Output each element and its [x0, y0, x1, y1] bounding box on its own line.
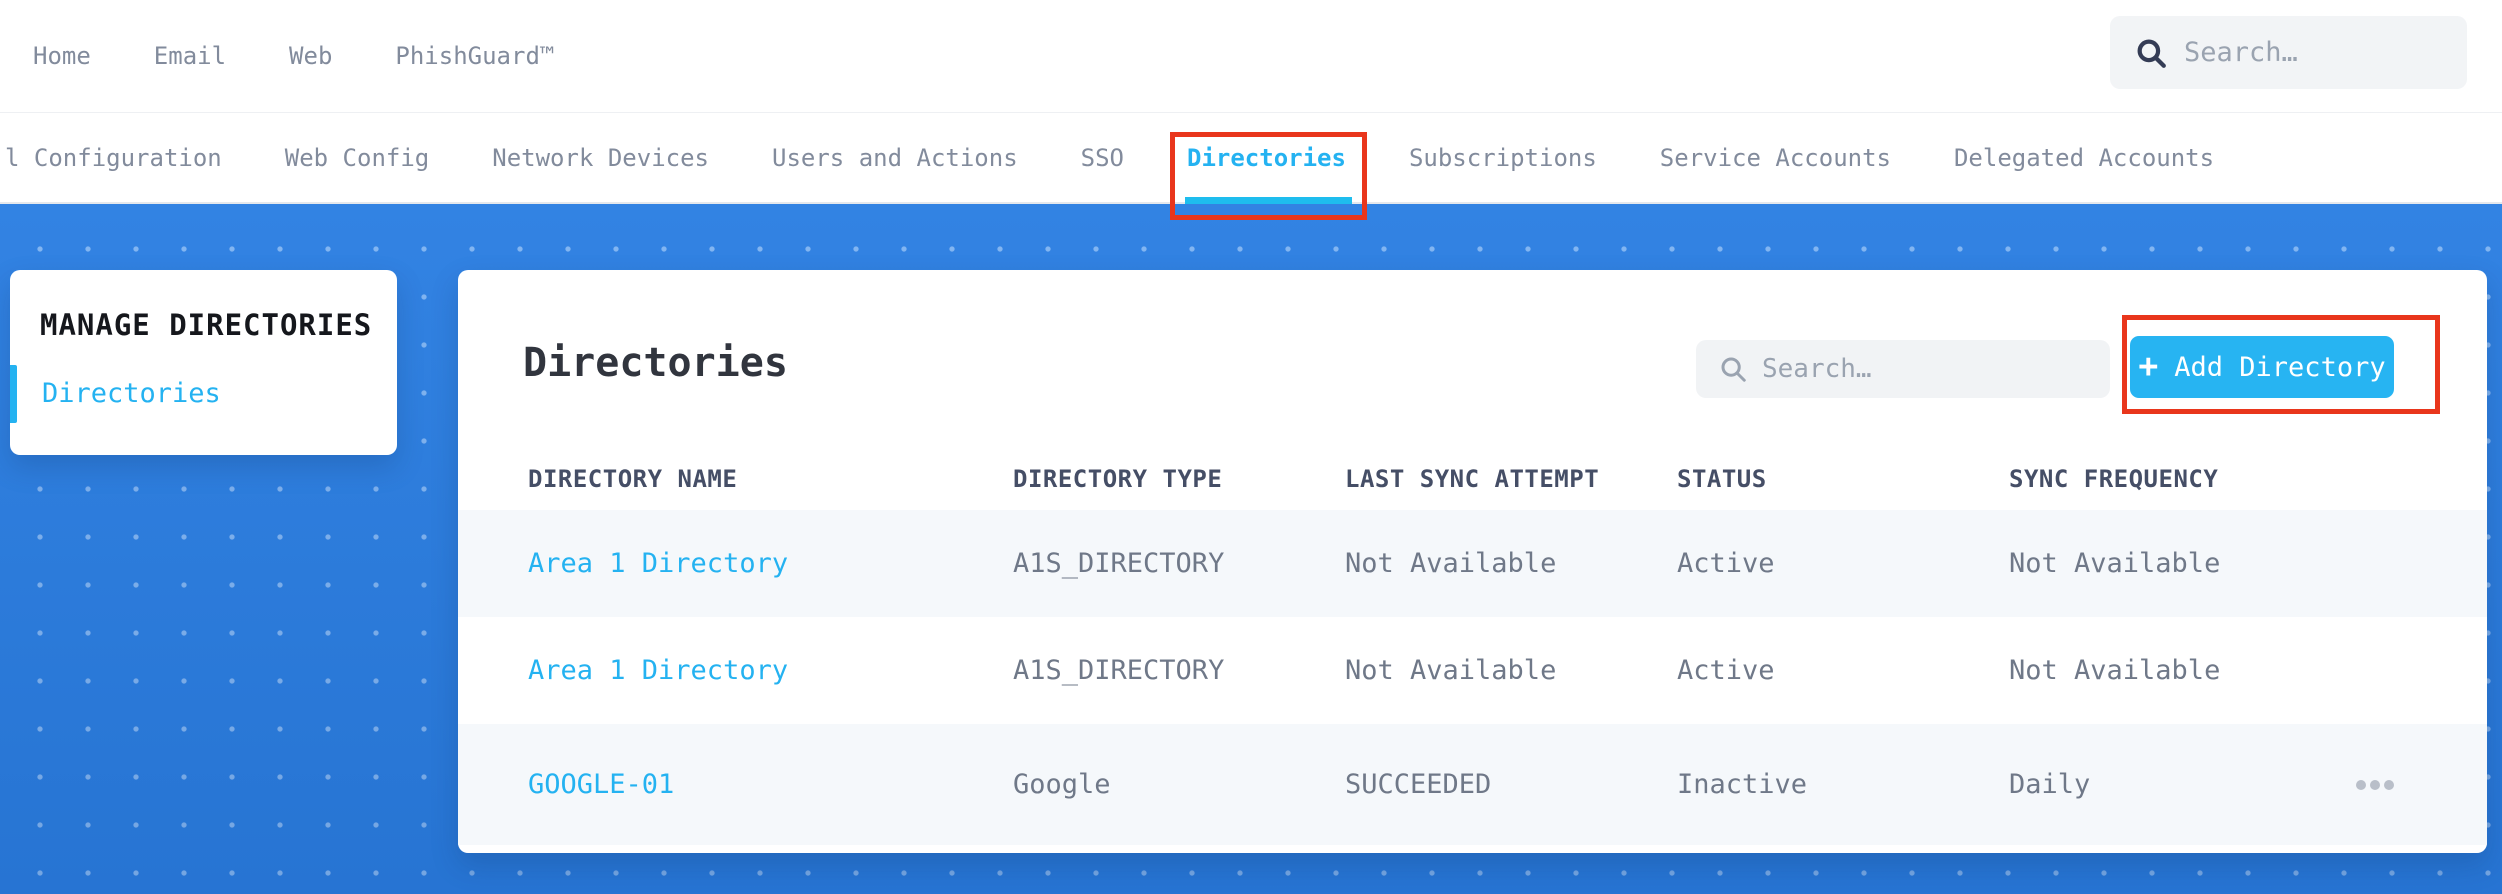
- sub-nav-item-service-accounts[interactable]: Service Accounts: [1660, 112, 1891, 204]
- ellipsis-menu-icon[interactable]: [2354, 774, 2396, 796]
- table-row: Area 1 Directory A1S_DIRECTORY Not Avail…: [458, 617, 2487, 724]
- column-header-directory-type: DIRECTORY TYPE: [1013, 465, 1223, 493]
- sub-nav: l Configuration Web Config Network Devic…: [0, 112, 2502, 204]
- sub-nav-item-users-and-actions[interactable]: Users and Actions: [772, 112, 1018, 204]
- page-title: Directories: [523, 340, 788, 386]
- sync-frequency-cell: Not Available: [2009, 655, 2221, 686]
- search-icon: [2134, 36, 2168, 70]
- row-actions-cell: [2354, 774, 2487, 796]
- directories-card: Directories + Add Directory DIRECTORY NA…: [458, 270, 2487, 853]
- status-cell: Active: [1677, 548, 1775, 579]
- top-nav-item-phishguard[interactable]: PhishGuard™: [395, 42, 554, 70]
- sidebar-item-directories[interactable]: Directories: [42, 378, 221, 409]
- sync-frequency-cell: Daily: [2009, 769, 2091, 800]
- sidebar-title: MANAGE DIRECTORIES: [40, 308, 373, 342]
- sub-nav-item-directories-label: Directories: [1187, 143, 1346, 172]
- sub-nav-item-network-devices[interactable]: Network Devices: [492, 112, 709, 204]
- sidebar-active-indicator: [10, 365, 17, 423]
- table-row: Area 1 Directory A1S_DIRECTORY Not Avail…: [458, 510, 2487, 617]
- sidebar-card: MANAGE DIRECTORIES Directories: [10, 270, 397, 455]
- directories-search-box: [1696, 340, 2110, 398]
- last-sync-attempt-cell: SUCCEEDED: [1345, 769, 1492, 800]
- table-row: GOOGLE-01 Google SUCCEEDED Inactive Dail…: [458, 724, 2487, 845]
- sub-nav-item-delegated-accounts[interactable]: Delegated Accounts: [1954, 112, 2214, 204]
- last-sync-attempt-cell: Not Available: [1345, 655, 1557, 686]
- top-nav: Home Email Web PhishGuard™: [0, 0, 2502, 112]
- directory-name-link[interactable]: GOOGLE-01: [528, 769, 1013, 800]
- directory-name-link[interactable]: Area 1 Directory: [528, 655, 1013, 686]
- sub-nav-item-web-config[interactable]: Web Config: [285, 112, 430, 204]
- sub-nav-item-email-configuration[interactable]: l Configuration: [5, 112, 222, 204]
- search-icon: [1718, 354, 1748, 384]
- column-header-last-sync-attempt: LAST SYNC ATTEMPT: [1345, 465, 1600, 493]
- status-cell: Active: [1677, 655, 1775, 686]
- column-header-sync-frequency: SYNC FREQUENCY: [2009, 465, 2219, 493]
- sync-frequency-cell: Not Available: [2009, 548, 2221, 579]
- directory-type-cell: A1S_DIRECTORY: [1013, 548, 1225, 579]
- screen: Home Email Web PhishGuard™ l Configurati…: [0, 0, 2502, 894]
- sub-nav-items: l Configuration Web Config Network Devic…: [0, 112, 2214, 204]
- directories-search-input[interactable]: [1762, 354, 2096, 384]
- add-directory-button-label: Add Directory: [2174, 351, 2386, 383]
- last-sync-attempt-cell: Not Available: [1345, 548, 1557, 579]
- sub-nav-item-subscriptions[interactable]: Subscriptions: [1409, 112, 1597, 204]
- add-directory-button[interactable]: + Add Directory: [2130, 336, 2394, 398]
- column-header-directory-name: DIRECTORY NAME: [528, 465, 738, 493]
- global-search-box: [2110, 16, 2467, 89]
- content-area: MANAGE DIRECTORIES Directories Directori…: [0, 204, 2502, 894]
- directory-type-cell: A1S_DIRECTORY: [1013, 655, 1225, 686]
- directory-type-cell: Google: [1013, 769, 1111, 800]
- column-header-status: STATUS: [1677, 465, 1767, 493]
- top-nav-item-email[interactable]: Email: [154, 42, 226, 70]
- status-cell: Inactive: [1677, 769, 1808, 800]
- sub-nav-item-sso[interactable]: SSO: [1081, 112, 1124, 204]
- active-tab-underline: [1185, 196, 1352, 204]
- sub-nav-item-directories[interactable]: Directories: [1185, 112, 1352, 204]
- top-nav-item-home[interactable]: Home: [33, 42, 91, 70]
- table-header-row: DIRECTORY NAME DIRECTORY TYPE LAST SYNC …: [458, 448, 2487, 510]
- top-nav-item-web[interactable]: Web: [289, 42, 332, 70]
- top-nav-items: Home Email Web PhishGuard™: [0, 42, 554, 70]
- global-search-input[interactable]: [2184, 37, 2449, 68]
- directory-name-link[interactable]: Area 1 Directory: [528, 548, 1013, 579]
- plus-icon: +: [2138, 345, 2159, 385]
- directories-table: DIRECTORY NAME DIRECTORY TYPE LAST SYNC …: [458, 448, 2487, 845]
